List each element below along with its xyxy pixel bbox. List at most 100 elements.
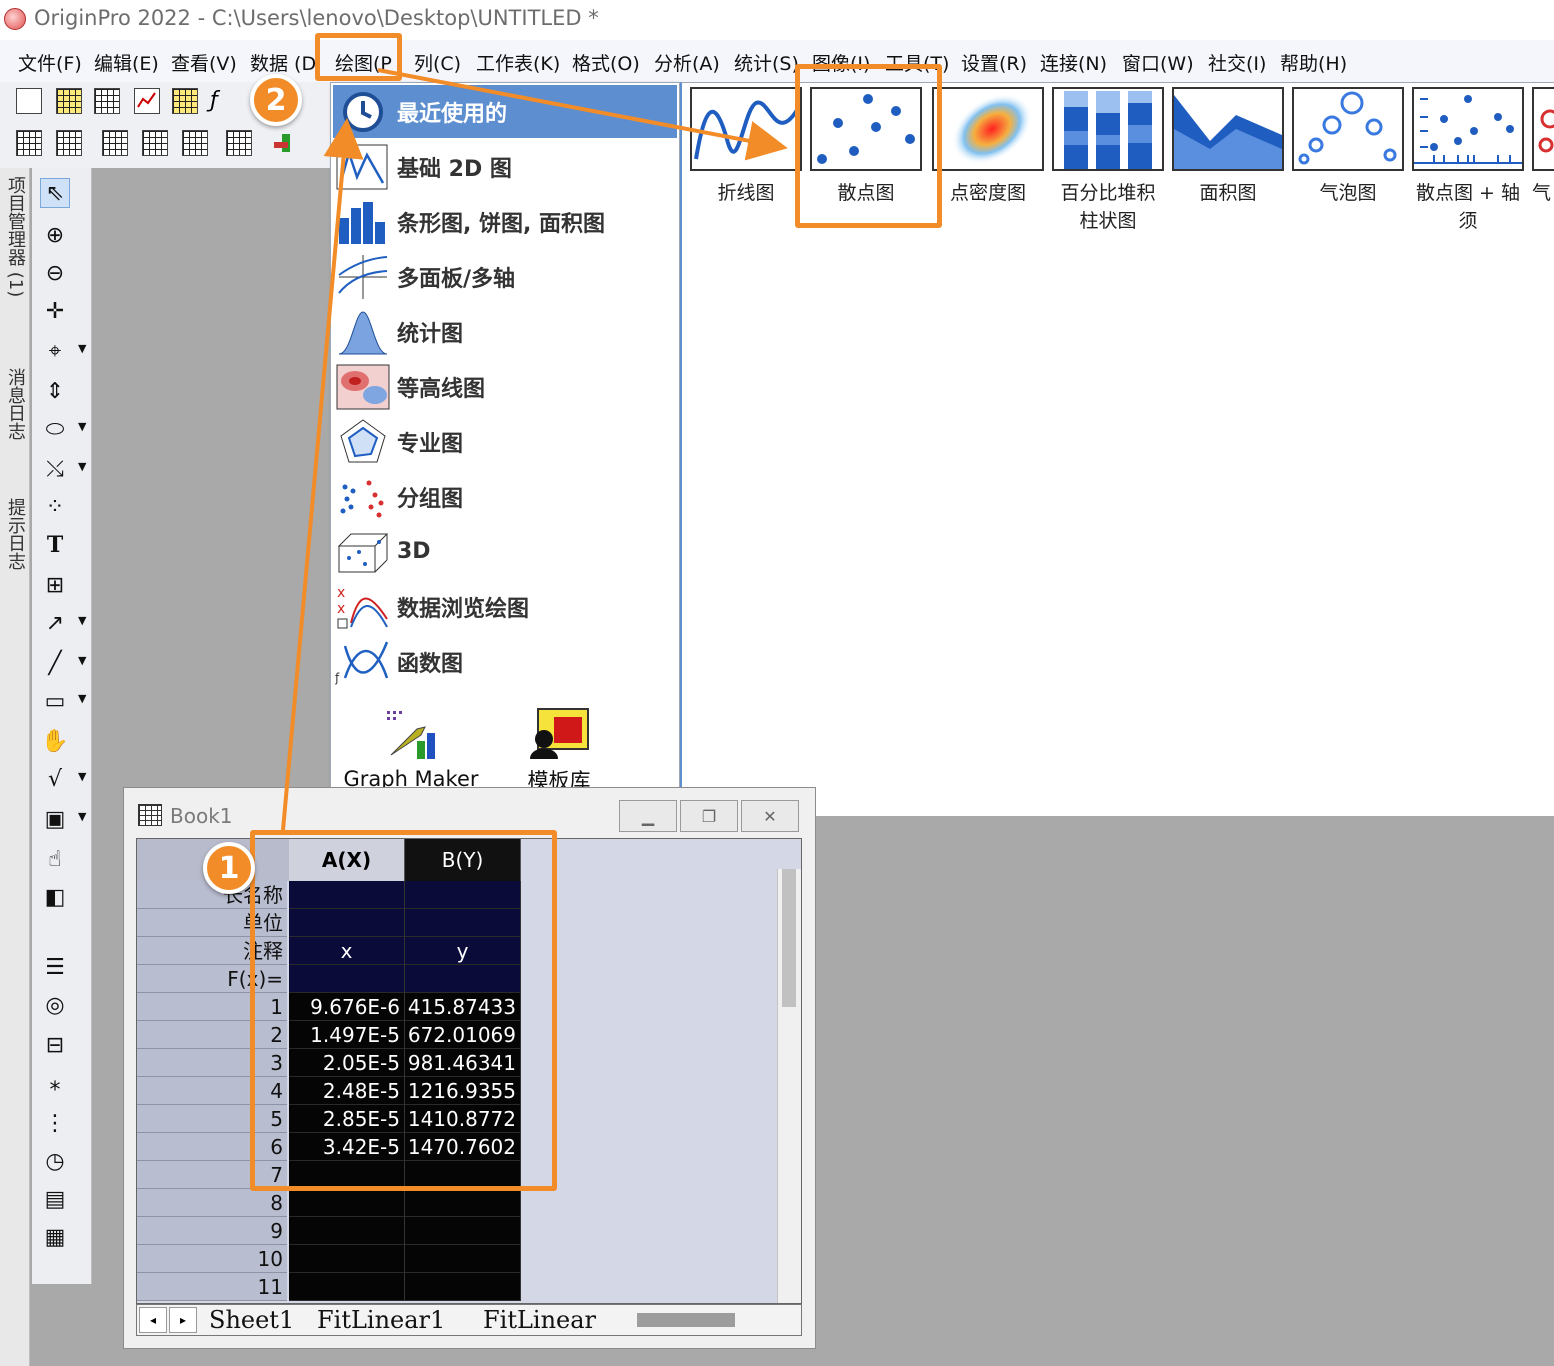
- meta-row-comments[interactable]: 注释 x y: [137, 937, 521, 965]
- table-row[interactable]: 3 2.05E-5 981.46341: [137, 1049, 521, 1077]
- gallery-stacked-column[interactable]: 百分比堆积柱状图: [1052, 87, 1164, 235]
- add-column-icon[interactable]: [142, 130, 168, 156]
- menu-column[interactable]: 列(C): [414, 49, 461, 76]
- table-row[interactable]: 7: [137, 1161, 521, 1189]
- template-library-button[interactable]: 模板库: [501, 705, 617, 795]
- menu-item-3d[interactable]: 3D: [333, 525, 677, 578]
- new-folder-icon[interactable]: [56, 88, 82, 114]
- column-header-a[interactable]: A(X): [289, 839, 405, 881]
- pointer-tool-icon[interactable]: ⇖: [40, 178, 70, 208]
- region-select-icon[interactable]: ⬭ ▼: [40, 414, 87, 444]
- draw-data-icon[interactable]: ⁘: [40, 492, 70, 522]
- menu-analysis[interactable]: 分析(A): [654, 49, 720, 76]
- data-reader-icon[interactable]: ✛: [40, 296, 70, 326]
- project-explorer-tab[interactable]: 项目管理器 (1): [2, 176, 28, 297]
- gallery-partial-item[interactable]: 气: [1532, 87, 1554, 207]
- table-row[interactable]: 4 2.48E-5 1216.9355: [137, 1077, 521, 1105]
- menu-item-function[interactable]: ƒ 函数图: [333, 635, 677, 688]
- meta-row-long-name[interactable]: 长名称: [137, 881, 521, 909]
- menu-item-multi-panel[interactable]: 多面板/多轴: [333, 250, 677, 303]
- text-tool-icon[interactable]: T: [40, 530, 70, 560]
- table-row[interactable]: 1 9.676E-6 415.87433: [137, 993, 521, 1021]
- tab-next-icon[interactable]: ▸: [169, 1307, 197, 1333]
- delete-column-icon[interactable]: [102, 130, 128, 156]
- menu-item-data-explorer[interactable]: xx 数据浏览绘图: [333, 580, 677, 633]
- menu-connectivity[interactable]: 连接(N): [1040, 49, 1107, 76]
- minimize-button[interactable]: ▁: [619, 800, 677, 832]
- folder-user-icon[interactable]: ▤: [40, 1184, 70, 1214]
- menu-file[interactable]: 文件(F): [18, 49, 82, 76]
- clock-user-icon[interactable]: ◷: [40, 1146, 70, 1176]
- table-row[interactable]: 2 1.497E-5 672.01069: [137, 1021, 521, 1049]
- tab-sheet1[interactable]: Sheet1: [209, 1305, 294, 1335]
- menu-view[interactable]: 查看(V): [171, 49, 237, 76]
- gallery-area-chart[interactable]: 面积图: [1172, 87, 1284, 207]
- gallery-density-dots[interactable]: 点密度图: [932, 87, 1044, 207]
- table-row[interactable]: 10: [137, 1245, 521, 1273]
- label-tool-icon[interactable]: ⊟: [40, 1030, 70, 1060]
- maximize-button[interactable]: ❐: [680, 800, 738, 832]
- close-button[interactable]: ✕: [741, 800, 799, 832]
- menu-item-basic-2d[interactable]: 基础 2D 图: [333, 140, 677, 193]
- menu-plot[interactable]: 绘图(P: [335, 49, 392, 76]
- table-row[interactable]: 11: [137, 1273, 521, 1301]
- table-row[interactable]: 9: [137, 1217, 521, 1245]
- color-bars-icon[interactable]: ☰: [40, 952, 70, 982]
- arrow-tool-icon[interactable]: ↗ ▼: [40, 608, 87, 638]
- menu-preferences[interactable]: 设置(R): [961, 49, 1027, 76]
- table-tool-icon[interactable]: ▦: [40, 1222, 70, 1252]
- menu-help[interactable]: 帮助(H): [1280, 49, 1347, 76]
- graph-maker-button[interactable]: Graph Maker: [341, 707, 481, 791]
- messages-log-tab[interactable]: 消息日志: [2, 368, 28, 440]
- table-row[interactable]: 8: [137, 1189, 521, 1217]
- meta-row-formula[interactable]: F(x)=: [137, 965, 521, 993]
- menu-tools[interactable]: 工具(T): [885, 49, 949, 76]
- menu-item-specialized[interactable]: 专业图: [333, 415, 677, 468]
- worksheet-grid[interactable]: A(X) B(Y) 长名称 单位 注释 x y F(x)= 1 9.676E-6…: [136, 838, 802, 1304]
- menu-item-statistics[interactable]: 统计图: [333, 305, 677, 358]
- rectangle-tool-icon[interactable]: ▭ ▼: [40, 686, 87, 716]
- new-function-icon[interactable]: ƒ: [210, 88, 236, 114]
- vertical-scroll-thumb[interactable]: [782, 869, 796, 1007]
- insert-equation-icon[interactable]: √ ▼: [40, 764, 86, 794]
- data-connector-icon[interactable]: [272, 130, 298, 156]
- duplicate-icon[interactable]: [226, 130, 252, 156]
- asterisk-tool-icon[interactable]: ⁎: [40, 1068, 70, 1098]
- menu-window[interactable]: 窗口(W): [1122, 49, 1194, 76]
- new-workbook-icon[interactable]: [94, 88, 120, 114]
- menu-edit[interactable]: 编辑(E): [94, 49, 159, 76]
- import-numbers-icon[interactable]: [56, 130, 82, 156]
- menu-item-recent[interactable]: 最近使用的: [333, 85, 677, 138]
- hand-tool-icon[interactable]: ✋: [40, 726, 70, 756]
- tab-fitlinear1[interactable]: FitLinear1: [317, 1305, 445, 1335]
- list-tool-icon[interactable]: ⋮: [40, 1108, 70, 1138]
- menu-item-bar-pie-area[interactable]: 条形图, 饼图, 面积图: [333, 195, 677, 248]
- gallery-scatter-chart[interactable]: 散点图: [810, 87, 922, 207]
- zoom-out-icon[interactable]: ⊖: [40, 258, 70, 288]
- circle-tool-icon[interactable]: ◎: [40, 990, 70, 1020]
- table-row[interactable]: 5 2.85E-5 1410.8772: [137, 1105, 521, 1133]
- gallery-line-chart[interactable]: 折线图: [690, 87, 802, 207]
- menu-social[interactable]: 社交(I): [1208, 49, 1266, 76]
- tab-fitlinear[interactable]: FitLinear: [483, 1305, 607, 1335]
- import-icon[interactable]: [16, 130, 42, 156]
- menu-item-contour[interactable]: 等高线图: [333, 360, 677, 413]
- menu-item-grouped[interactable]: 分组图: [333, 470, 677, 523]
- menu-data[interactable]: 数据 (D: [250, 49, 316, 76]
- new-project-icon[interactable]: [16, 88, 42, 114]
- 3d-rotate-icon[interactable]: ◧: [40, 882, 70, 912]
- pan-tool-icon[interactable]: ☝: [40, 844, 70, 874]
- new-graph-icon[interactable]: [134, 88, 160, 114]
- zoom-in-icon[interactable]: ⊕: [40, 220, 70, 250]
- gallery-scatter-rug[interactable]: 散点图 + 轴须: [1412, 87, 1524, 235]
- hints-log-tab[interactable]: 提示日志: [2, 498, 28, 570]
- horizontal-scroll-thumb[interactable]: [637, 1313, 735, 1327]
- tab-prev-icon[interactable]: ◂: [139, 1307, 167, 1333]
- menu-format[interactable]: 格式(O): [572, 49, 640, 76]
- new-matrix-icon[interactable]: [172, 88, 198, 114]
- object-tool-icon[interactable]: ⊞: [40, 570, 70, 600]
- data-selector-icon[interactable]: ⇕: [40, 376, 70, 406]
- line-tool-icon[interactable]: ╱ ▼: [40, 648, 86, 678]
- vertical-scrollbar[interactable]: [777, 869, 801, 1303]
- insert-graph-icon[interactable]: ▣ ▼: [40, 804, 87, 834]
